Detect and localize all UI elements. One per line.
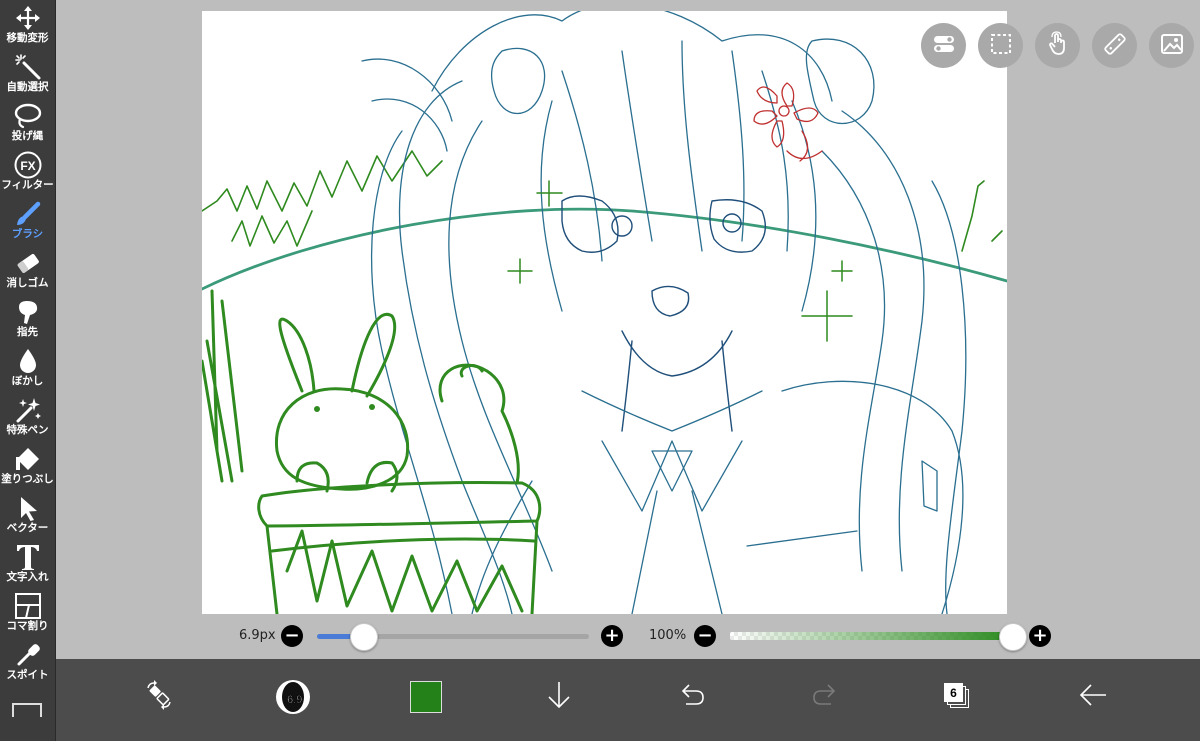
eyedropper-icon	[13, 640, 43, 670]
brush-size-minus-button[interactable]: −	[281, 625, 303, 647]
eraser-icon	[13, 248, 43, 278]
image-button[interactable]	[1149, 23, 1194, 68]
tool-auto-select-label: 自動選択	[6, 81, 49, 93]
layers-icon: 6	[943, 682, 973, 712]
toggle-icon	[932, 32, 956, 60]
tool-blur[interactable]: ぼかし	[0, 343, 55, 392]
tool-text-label: 文字入れ	[6, 571, 49, 583]
swap-brush-eraser-icon	[143, 679, 175, 715]
more-tools-indicator[interactable]	[12, 703, 42, 717]
tool-move[interactable]: 移動変形	[0, 0, 55, 49]
opacity-value: 100%	[649, 628, 687, 643]
special-pen-icon	[13, 395, 43, 425]
toggle-button[interactable]	[921, 23, 966, 68]
opacity-knob[interactable]	[999, 623, 1027, 651]
selection-button[interactable]	[978, 23, 1023, 68]
brush-size-plus-button[interactable]: +	[601, 625, 623, 647]
ruler-button[interactable]	[1092, 23, 1137, 68]
back-arrow-icon	[1078, 682, 1108, 712]
undo-icon	[677, 682, 707, 712]
tool-fill[interactable]: 塗りつぶし	[0, 441, 55, 490]
undo-button[interactable]	[666, 671, 718, 723]
opacity-slider[interactable]	[730, 630, 1026, 642]
image-icon	[1160, 32, 1184, 60]
lasso-icon	[13, 101, 43, 131]
tool-vector[interactable]: ベクター	[0, 490, 55, 539]
tool-text[interactable]: 文字入れ	[0, 539, 55, 588]
brush-size-badge: 6.9	[287, 694, 303, 707]
tool-brush[interactable]: ブラシ	[0, 196, 55, 245]
opacity-minus-button[interactable]: −	[694, 625, 716, 647]
opacity-plus-button[interactable]: +	[1029, 625, 1051, 647]
color-swatch	[410, 681, 442, 713]
brush-size-icon: 6.9	[276, 680, 310, 714]
tool-fill-label: 塗りつぶし	[1, 473, 54, 485]
swap-brush-eraser-button[interactable]	[133, 671, 185, 723]
tool-finger[interactable]: 指先	[0, 294, 55, 343]
tool-special-pen[interactable]: 特殊ペン	[0, 392, 55, 441]
download-arrow-icon	[546, 680, 572, 714]
frame-divider-icon	[13, 591, 43, 621]
color-picker-button[interactable]	[400, 671, 452, 723]
ruler-icon	[1103, 32, 1127, 60]
redo-icon	[810, 682, 840, 712]
tool-eraser[interactable]: 消しゴム	[0, 245, 55, 294]
download-button[interactable]	[533, 671, 585, 723]
brush-size-preview-button[interactable]: 6.9	[267, 671, 319, 723]
touch-button[interactable]	[1035, 23, 1080, 68]
tool-eyedropper-label: スポイト	[6, 669, 49, 681]
redo-button[interactable]	[799, 671, 851, 723]
tool-vector-label: ベクター	[6, 522, 49, 534]
tool-special-pen-label: 特殊ペン	[6, 424, 49, 436]
tool-eraser-label: 消しゴム	[6, 277, 49, 289]
magic-wand-icon	[13, 52, 43, 82]
fx-icon: FX	[13, 150, 43, 180]
tool-eyedropper[interactable]: スポイト	[0, 637, 55, 686]
blur-drop-icon	[13, 346, 43, 376]
plus-icon: +	[604, 625, 620, 646]
fill-bucket-icon	[13, 444, 43, 474]
finger-icon	[13, 297, 43, 327]
plus-icon: +	[1032, 625, 1048, 646]
tool-filter-label: フィルター	[1, 179, 54, 191]
minus-icon: −	[697, 625, 713, 646]
tool-lasso[interactable]: 投げ縄	[0, 98, 55, 147]
brush-size-knob[interactable]	[350, 623, 378, 651]
layers-button[interactable]: 6	[932, 671, 984, 723]
tool-finger-label: 指先	[17, 326, 38, 338]
selection-icon	[989, 32, 1013, 60]
tool-lasso-label: 投げ縄	[11, 130, 44, 142]
move-icon	[13, 3, 43, 33]
text-icon	[13, 542, 43, 572]
brush-icon	[13, 199, 43, 229]
line-art-drawing	[202, 11, 1007, 614]
vector-arrow-icon	[13, 493, 43, 523]
bottom-toolbar: 6.9 6	[56, 659, 1200, 741]
brush-size-value: 6.9px	[239, 628, 276, 643]
tool-brush-label: ブラシ	[11, 228, 44, 240]
touch-icon	[1046, 30, 1070, 61]
tool-sidebar: 移動変形 自動選択 投げ縄 FX フィルター ブラシ 消しゴム 指先 ぼかし 特…	[0, 0, 56, 741]
minus-icon: −	[284, 625, 300, 646]
back-button[interactable]	[1067, 671, 1119, 723]
tool-frame-divider[interactable]: コマ割り	[0, 588, 55, 637]
tool-move-label: 移動変形	[6, 32, 49, 44]
layer-count: 6	[950, 685, 957, 700]
opacity-track	[730, 632, 1012, 640]
tool-frame-divider-label: コマ割り	[6, 620, 49, 632]
tool-auto-select[interactable]: 自動選択	[0, 49, 55, 98]
tool-filter[interactable]: FX フィルター	[0, 147, 55, 196]
tool-blur-label: ぼかし	[11, 375, 44, 387]
svg-text:FX: FX	[20, 159, 35, 173]
drawing-canvas[interactable]	[202, 11, 1007, 614]
